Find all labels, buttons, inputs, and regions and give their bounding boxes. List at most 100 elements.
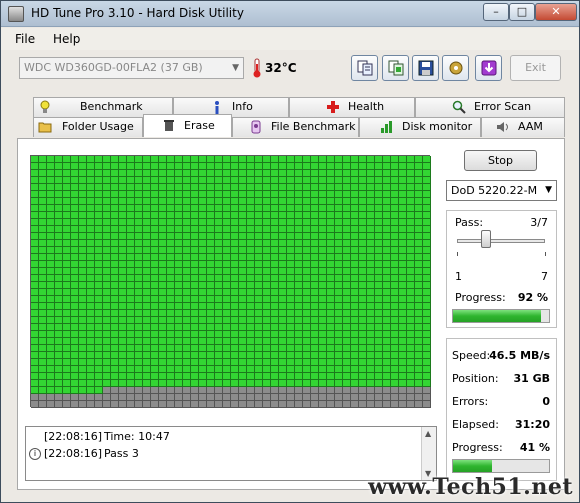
- map-block: [71, 324, 79, 331]
- exit-button[interactable]: Exit: [510, 55, 561, 81]
- map-block: [215, 394, 223, 401]
- map-block: [231, 338, 239, 345]
- map-block: [95, 247, 103, 254]
- app-window: HD Tune Pro 3.10 - Hard Disk Utility – □…: [0, 0, 580, 503]
- map-block: [247, 317, 255, 324]
- map-block: [151, 163, 159, 170]
- map-block: [327, 352, 335, 359]
- tab-health[interactable]: Health: [289, 97, 415, 117]
- map-block: [111, 275, 119, 282]
- copy-text-button[interactable]: [351, 55, 378, 81]
- map-block: [87, 366, 95, 373]
- menu-help[interactable]: Help: [53, 32, 80, 46]
- drive-select-value: WDC WD360GD-00FLA2 (37 GB): [24, 61, 203, 74]
- tab-folder-usage[interactable]: Folder Usage: [33, 117, 143, 137]
- map-block: [239, 156, 247, 163]
- map-block: [231, 303, 239, 310]
- save-to-disk-button[interactable]: [475, 55, 502, 81]
- scroll-up-icon[interactable]: ▲: [425, 429, 431, 438]
- map-block: [351, 401, 359, 408]
- title-bar[interactable]: HD Tune Pro 3.10 - Hard Disk Utility – □…: [1, 1, 579, 27]
- menu-file[interactable]: File: [15, 32, 35, 46]
- map-block: [383, 254, 391, 261]
- map-block: [199, 303, 207, 310]
- map-block: [223, 254, 231, 261]
- map-block: [55, 219, 63, 226]
- map-block: [295, 394, 303, 401]
- map-block: [87, 296, 95, 303]
- map-block: [71, 296, 79, 303]
- options-button[interactable]: [442, 55, 469, 81]
- map-block: [95, 324, 103, 331]
- map-block: [119, 184, 127, 191]
- map-block: [359, 268, 367, 275]
- drive-select[interactable]: WDC WD360GD-00FLA2 (37 GB) ▼: [19, 57, 244, 79]
- map-block: [87, 373, 95, 380]
- stop-button[interactable]: Stop: [464, 150, 537, 171]
- maximize-button[interactable]: □: [509, 3, 535, 21]
- map-block: [335, 233, 343, 240]
- map-block: [239, 394, 247, 401]
- close-button[interactable]: ✕: [535, 3, 577, 21]
- pass-slider[interactable]: [481, 230, 492, 248]
- map-block: [143, 268, 151, 275]
- map-block: [263, 282, 271, 289]
- map-block: [407, 226, 415, 233]
- map-block: [399, 310, 407, 317]
- map-block: [167, 324, 175, 331]
- map-block: [271, 359, 279, 366]
- pass-progress-bar: [452, 309, 550, 323]
- map-block: [367, 401, 375, 408]
- tab-aam[interactable]: AAM: [481, 117, 565, 137]
- save-button[interactable]: [412, 55, 439, 81]
- map-block: [207, 212, 215, 219]
- trash-icon: [164, 120, 174, 131]
- map-block: [135, 191, 143, 198]
- file-benchmark-icon: [251, 120, 261, 134]
- map-block: [367, 226, 375, 233]
- map-block: [343, 289, 351, 296]
- progress-label: Progress:: [452, 441, 503, 454]
- map-block: [263, 345, 271, 352]
- map-block: [223, 338, 231, 345]
- map-block: [303, 303, 311, 310]
- map-block: [39, 275, 47, 282]
- map-block: [191, 373, 199, 380]
- map-block: [311, 177, 319, 184]
- map-block: [311, 310, 319, 317]
- map-block: [159, 240, 167, 247]
- map-block: [263, 240, 271, 247]
- map-block: [295, 163, 303, 170]
- tab-erase[interactable]: Erase: [143, 114, 232, 137]
- map-block: [103, 401, 111, 408]
- map-block: [111, 170, 119, 177]
- tab-error-scan[interactable]: Error Scan: [415, 97, 565, 117]
- tab-file-benchmark[interactable]: File Benchmark: [232, 117, 359, 137]
- erase-method-select[interactable]: DoD 5220.22-M ▼: [446, 180, 557, 201]
- map-block: [79, 170, 87, 177]
- map-block: [255, 373, 263, 380]
- map-block: [351, 184, 359, 191]
- copy-screenshot-button[interactable]: [382, 55, 409, 81]
- map-block: [159, 184, 167, 191]
- map-block: [199, 184, 207, 191]
- map-block: [295, 198, 303, 205]
- map-block: [151, 212, 159, 219]
- map-block: [303, 226, 311, 233]
- log-scrollbar[interactable]: ▲ ▼: [421, 427, 436, 480]
- map-block: [303, 254, 311, 261]
- minimize-button[interactable]: –: [483, 3, 509, 21]
- map-block: [359, 303, 367, 310]
- map-block: [231, 247, 239, 254]
- map-block: [63, 205, 71, 212]
- map-block: [279, 296, 287, 303]
- map-block: [215, 156, 223, 163]
- map-block: [87, 205, 95, 212]
- map-block: [287, 380, 295, 387]
- tab-disk-monitor[interactable]: Disk monitor: [359, 117, 481, 137]
- map-block: [415, 191, 423, 198]
- map-block: [383, 233, 391, 240]
- map-block: [327, 359, 335, 366]
- map-block: [287, 268, 295, 275]
- map-block: [151, 373, 159, 380]
